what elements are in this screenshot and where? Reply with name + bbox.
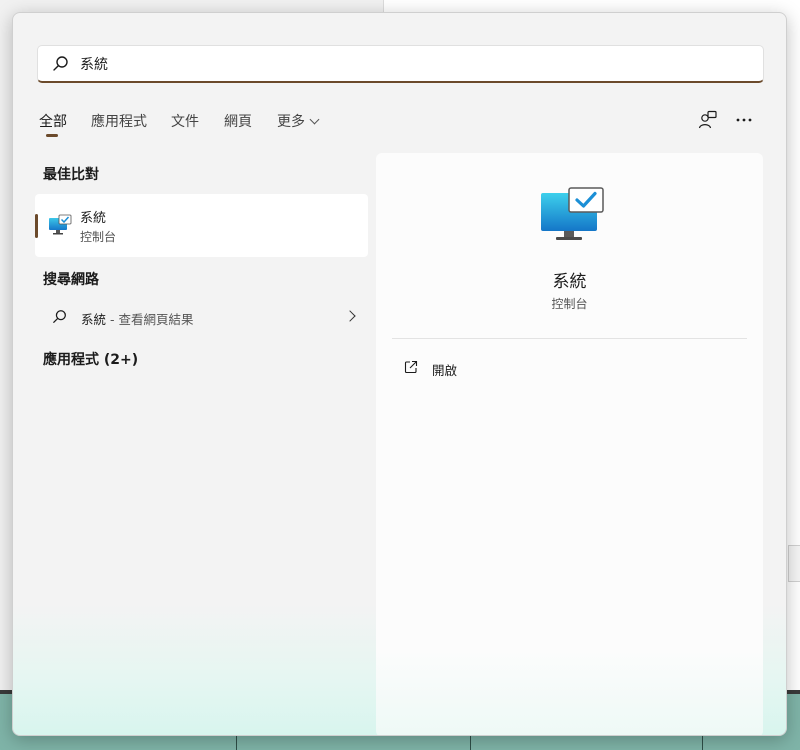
search-icon xyxy=(53,310,66,323)
background-panel-edge xyxy=(788,545,800,582)
web-search-suffix: - 查看網頁結果 xyxy=(106,312,194,327)
tab-more[interactable]: 更多 xyxy=(277,111,320,131)
system-monitor-icon xyxy=(541,187,604,240)
chevron-right-icon xyxy=(344,310,356,322)
account-switch-icon[interactable] xyxy=(697,109,719,131)
more-options-icon[interactable] xyxy=(733,109,755,131)
preview-divider xyxy=(392,338,747,339)
apps-heading[interactable]: 應用程式 (2+) xyxy=(43,349,138,369)
tab-more-label: 更多 xyxy=(277,114,305,130)
open-button[interactable]: 開啟 xyxy=(392,357,747,381)
web-search-text: 系統 - 查看網頁結果 xyxy=(81,309,193,328)
search-box[interactable] xyxy=(37,45,764,83)
open-button-label: 開啟 xyxy=(432,363,458,378)
tab-apps[interactable]: 應用程式 xyxy=(91,111,147,131)
web-search-heading: 搜尋網路 xyxy=(43,272,99,288)
best-match-heading: 最佳比對 xyxy=(43,167,99,183)
search-icon xyxy=(53,56,68,71)
chevron-down-icon xyxy=(309,114,320,125)
best-match-name: 系統 xyxy=(80,211,107,226)
preview-panel: 系統 控制台 開啟 xyxy=(376,153,763,735)
search-flyout: 全部 應用程式 文件 網頁 更多 最佳比對 系統 xyxy=(12,12,787,736)
tab-web[interactable]: 網頁 xyxy=(224,111,252,131)
search-input[interactable] xyxy=(80,52,730,76)
web-search-query: 系統 xyxy=(81,312,107,327)
tab-documents[interactable]: 文件 xyxy=(171,111,199,131)
web-search-result[interactable]: 系統 - 查看網頁結果 xyxy=(35,303,368,333)
selection-indicator xyxy=(35,214,38,238)
preview-subtitle: 控制台 xyxy=(551,297,588,311)
active-tab-indicator xyxy=(46,134,58,137)
best-match-subtitle: 控制台 xyxy=(80,230,117,244)
tab-all[interactable]: 全部 xyxy=(39,111,67,131)
preview-title: 系統 xyxy=(552,272,587,292)
system-monitor-icon xyxy=(49,214,72,235)
open-external-icon xyxy=(404,360,418,374)
best-match-result[interactable]: 系統 控制台 xyxy=(35,194,368,257)
